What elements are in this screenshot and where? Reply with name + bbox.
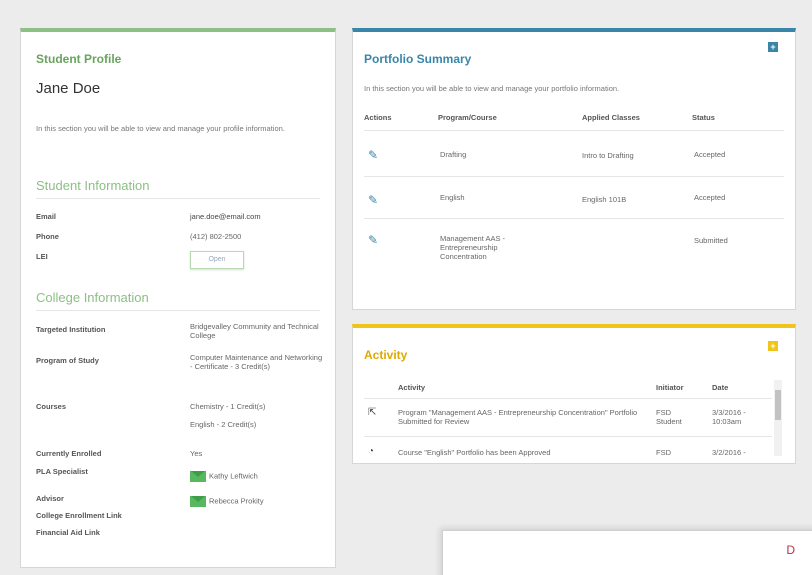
advisor-label: Advisor: [36, 494, 64, 503]
activity-initiator: FSD: [656, 448, 671, 457]
add-activity-icon[interactable]: +: [768, 341, 778, 351]
activity-date: 3/3/2016 - 10:03am: [712, 408, 746, 426]
divider: [36, 198, 320, 199]
activity-title: Activity: [364, 348, 408, 362]
email-value: jane.doe@email.com: [190, 212, 261, 221]
activity-text: Program "Management AAS - Entrepreneursh…: [398, 408, 638, 426]
divider: [364, 218, 784, 219]
header-applied-classes: Applied Classes: [582, 113, 640, 122]
lei-open-button[interactable]: Open: [190, 251, 244, 269]
divider: [364, 436, 772, 437]
mail-icon: [190, 496, 206, 507]
portfolio-intro: In this section you will be able to view…: [364, 84, 620, 93]
college-enrollment-link[interactable]: College Enrollment Link: [36, 511, 122, 520]
divider: [364, 398, 772, 399]
edit-icon[interactable]: ✎: [368, 148, 378, 162]
export-icon: ⇱: [368, 407, 377, 418]
student-profile-title: Student Profile: [36, 52, 122, 66]
overlay-panel: D: [442, 530, 812, 575]
header-date: Date: [712, 383, 729, 392]
pla-specialist-name: Kathy Leftwich: [209, 471, 258, 481]
activity-initiator: FSD Student: [656, 408, 682, 426]
lei-label: LEI: [36, 252, 48, 261]
profile-intro: In this section you will be able to view…: [36, 124, 285, 133]
pla-specialist-link[interactable]: Kathy Leftwich: [190, 471, 258, 482]
edit-icon[interactable]: ✎: [368, 193, 378, 207]
activity-scrollbar[interactable]: [774, 380, 782, 456]
divider: [36, 310, 320, 311]
activity-date: 3/2/2016 -: [712, 448, 746, 457]
program-cell: Management AAS - Entrepreneurship Concen…: [440, 234, 506, 261]
status-cell: Accepted: [694, 150, 726, 159]
add-portfolio-icon[interactable]: +: [768, 42, 778, 52]
program-cell: English: [440, 193, 465, 202]
header-activity: Activity: [398, 383, 426, 392]
header-initiator: Initiator: [656, 383, 684, 392]
program-value: Computer Maintenance and Networking - Ce…: [190, 353, 323, 371]
overlay-panel-mark: D: [786, 543, 795, 557]
courses-label: Courses: [36, 402, 67, 411]
classes-cell: Intro to Drafting: [582, 151, 634, 160]
email-label: Email: [36, 212, 57, 221]
student-name: Jane Doe: [36, 80, 101, 97]
college-information-heading: College Information: [36, 290, 149, 305]
status-cell: Accepted: [694, 193, 726, 202]
institution-value: Bridgevalley Community and Technical Col…: [190, 322, 319, 340]
gauge-icon: ◔: [368, 446, 375, 457]
portfolio-summary-title: Portfolio Summary: [364, 52, 472, 66]
portfolio-summary-panel: [352, 28, 796, 310]
status-cell: Submitted: [694, 236, 728, 245]
enrolled-value: Yes: [190, 449, 203, 458]
phone-label: Phone: [36, 232, 59, 241]
mail-icon: [190, 471, 206, 482]
pla-specialist-label: PLA Specialist: [36, 467, 88, 476]
header-status: Status: [692, 113, 715, 122]
financial-aid-link[interactable]: Financial Aid Link: [36, 528, 100, 537]
phone-value: (412) 802-2500: [190, 232, 242, 241]
divider: [364, 176, 784, 177]
divider: [364, 130, 784, 131]
header-actions: Actions: [364, 113, 392, 122]
advisor-link[interactable]: Rebecca Prokity: [190, 496, 264, 507]
student-information-heading: Student Information: [36, 178, 150, 193]
classes-cell: English 101B: [582, 195, 627, 204]
course-item: Chemistry - 1 Credit(s): [190, 402, 266, 411]
header-program-course: Program/Course: [438, 113, 497, 122]
advisor-name: Rebecca Prokity: [209, 496, 264, 506]
edit-icon[interactable]: ✎: [368, 233, 378, 247]
course-item: English - 2 Credit(s): [190, 420, 257, 429]
activity-text: Course "English" Portfolio has been Appr…: [398, 448, 551, 457]
scroll-thumb[interactable]: [775, 390, 781, 420]
enrolled-label: Currently Enrolled: [36, 449, 102, 458]
activity-panel: [352, 324, 796, 464]
institution-label: Targeted Institution: [36, 325, 106, 334]
program-label: Program of Study: [36, 356, 99, 365]
program-cell: Drafting: [440, 150, 467, 159]
